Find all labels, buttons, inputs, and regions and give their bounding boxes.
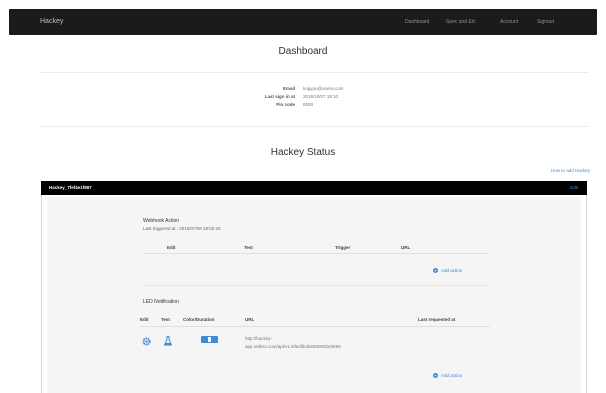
- device-panel-header: Hackey_7fef4e1f897 Edit: [41, 181, 587, 195]
- led-col-edit: Edit: [140, 317, 149, 322]
- nav-link-spec[interactable]: Spec and Etc: [446, 19, 476, 25]
- led-col-last-requested: Last requested at: [418, 317, 456, 322]
- email-label: Email: [282, 86, 295, 91]
- led-color-swatch: [201, 336, 218, 343]
- table-divider: [140, 326, 490, 327]
- section-divider: [143, 285, 488, 286]
- account-labels: Email Last sign in at Pin code: [215, 86, 295, 116]
- led-col-color-duration: Color/Duration: [183, 317, 215, 322]
- page-title: Dashboard: [278, 46, 328, 57]
- last-sign-in-value: 2015/10/07 18:10: [303, 94, 339, 99]
- how-to-add-link[interactable]: How to add Hackey: [551, 168, 590, 173]
- last-sign-in-label: Last sign in at: [264, 94, 295, 99]
- webhook-col-test: Test: [244, 245, 253, 250]
- led-col-url: URL: [245, 317, 255, 322]
- nav-link-account[interactable]: Account: [500, 19, 518, 25]
- webhook-title: Webhook Action: [143, 218, 180, 224]
- gear-icon[interactable]: [142, 337, 151, 348]
- webhook-col-trigger: Trigger: [335, 245, 351, 250]
- nav-link-dashboard[interactable]: Dashboard: [405, 19, 429, 25]
- device-panel-body: [47, 197, 581, 393]
- email-value: kogypu@anera.com: [303, 86, 344, 91]
- led-add-action-label: Add action: [441, 373, 463, 378]
- flask-icon[interactable]: [163, 336, 173, 348]
- led-title: LED Notification: [143, 299, 179, 305]
- pin-code-label: Pin code: [276, 102, 295, 107]
- webhook-col-edit: Edit: [167, 245, 176, 250]
- plus-circle-icon: +: [433, 373, 438, 378]
- led-url-line2: app.railess.com/api/v1.0/led/lb4be8500d2…: [245, 344, 341, 349]
- device-name: Hackey_7fef4e1f897: [49, 185, 92, 190]
- webhook-last-triggered: Last triggered at : 2015/07/08 18:02:33: [143, 226, 221, 231]
- table-divider: [143, 253, 488, 254]
- pin-code-value: 0000: [303, 102, 314, 107]
- brand-logo[interactable]: Hackey: [40, 18, 63, 25]
- webhook-col-url: URL: [401, 245, 411, 250]
- webhook-add-action-label: Add action: [441, 268, 463, 273]
- divider: [40, 126, 588, 127]
- top-navbar: Hackey Dashboard Spec and Etc Account Si…: [9, 9, 597, 35]
- device-edit-link[interactable]: Edit: [570, 185, 578, 190]
- plus-circle-icon: +: [433, 268, 438, 273]
- swatch-separator: [208, 337, 211, 342]
- led-url-line1: http://hackey-: [245, 336, 273, 341]
- led-col-test: Test: [161, 317, 170, 322]
- nav-link-signout[interactable]: Signout: [537, 19, 554, 25]
- section-title-status: Hackey Status: [270, 147, 336, 158]
- divider: [40, 72, 588, 73]
